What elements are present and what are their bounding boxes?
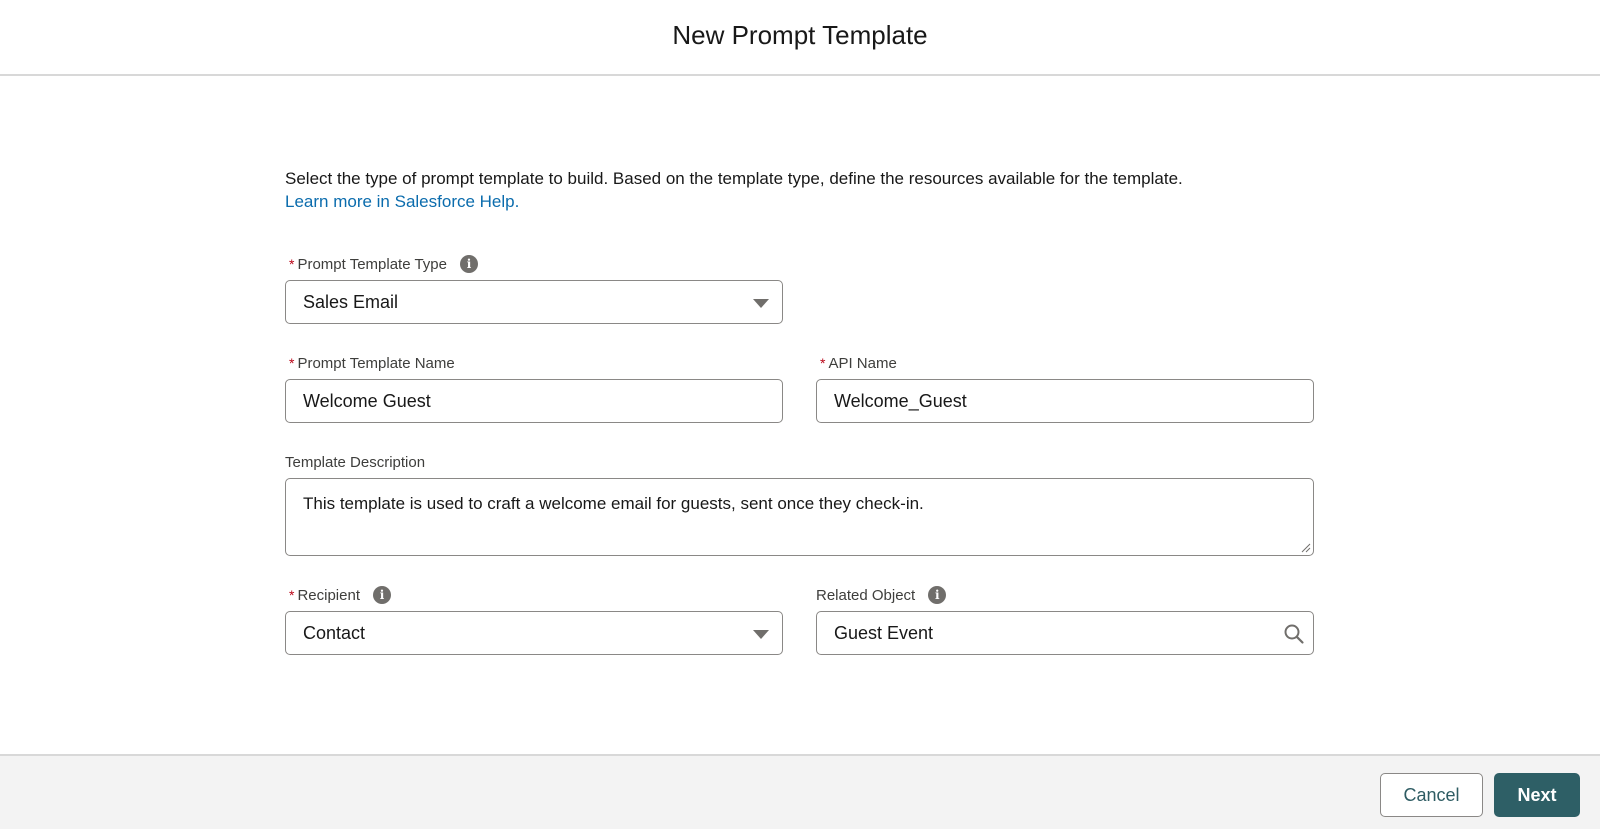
required-marker: * [289,587,295,603]
template-description-label: Template Description [285,453,426,471]
cancel-button[interactable]: Cancel [1380,773,1483,817]
prompt-template-name-label: Prompt Template Name [297,354,455,372]
modal-body: Select the type of prompt template to bu… [285,165,1315,212]
modal-footer: Cancel Next [0,754,1600,829]
recipient-select[interactable]: Contact [285,611,783,655]
recipient-label: Recipient [297,586,360,604]
resize-handle-icon[interactable] [1300,542,1311,553]
related-object-lookup-input[interactable]: Guest Event [816,611,1314,655]
chevron-down-icon [753,630,769,639]
next-button[interactable]: Next [1494,773,1580,817]
intro-text: Select the type of prompt template to bu… [285,169,1183,188]
info-icon[interactable]: i [459,255,478,273]
modal-title: New Prompt Template [672,19,928,50]
template-description-textarea[interactable]: This template is used to craft a welcome… [285,478,1314,556]
textarea-value: This template is used to craft a welcome… [303,494,924,513]
info-icon[interactable]: i [928,586,947,604]
prompt-template-name-field: * Prompt Template Name Welcome Guest [285,353,783,423]
prompt-template-type-label: Prompt Template Type [297,255,447,273]
help-link[interactable]: Learn more in Salesforce Help. [285,192,519,211]
input-value: Welcome_Guest [834,390,967,411]
prompt-template-type-field: * Prompt Template Type i Sales Email [285,254,783,324]
required-marker: * [289,256,295,272]
prompt-template-type-select[interactable]: Sales Email [285,280,783,324]
info-icon[interactable]: i [373,586,391,604]
chevron-down-icon [753,299,769,308]
recipient-field: * Recipient i Contact [285,585,783,655]
modal-header: New Prompt Template [0,0,1600,76]
selected-value: Contact [303,622,366,643]
related-object-field: Related Object i Guest Event [816,585,1314,655]
api-name-label: API Name [828,354,897,372]
input-value: Welcome Guest [303,390,431,411]
input-value: Guest Event [834,622,934,643]
required-marker: * [289,355,295,371]
related-object-label: Related Object [816,586,916,604]
template-description-field: Template Description This template is us… [285,452,1314,556]
api-name-input[interactable]: Welcome_Guest [816,379,1314,423]
api-name-field: * API Name Welcome_Guest [816,353,1314,423]
search-icon[interactable] [1283,623,1305,645]
selected-value: Sales Email [303,291,399,312]
required-marker: * [820,355,826,371]
prompt-template-name-input[interactable]: Welcome Guest [285,379,783,423]
